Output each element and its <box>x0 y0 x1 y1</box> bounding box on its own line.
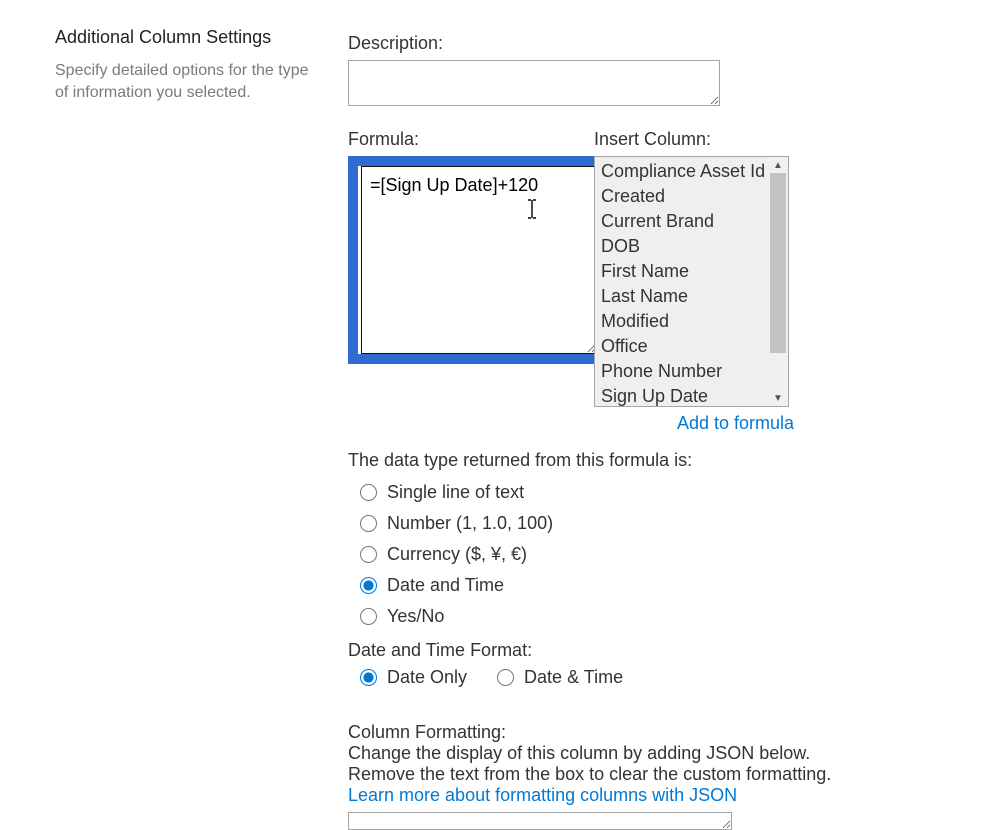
dtformat-radio-dateonly[interactable] <box>360 669 377 686</box>
insert-column-item[interactable]: Created <box>595 184 768 209</box>
formula-highlight-frame <box>348 156 610 364</box>
section-title: Additional Column Settings <box>55 27 320 48</box>
dtformat-radio-group: Date Only Date & Time <box>348 661 958 694</box>
dtformat-option-datetime-label: Date & Time <box>524 667 623 688</box>
section-help-text: Specify detailed options for the type of… <box>55 60 320 103</box>
column-formatting-heading: Column Formatting: <box>348 722 958 743</box>
formula-textarea[interactable] <box>361 166 597 354</box>
add-to-formula-link[interactable]: Add to formula <box>677 413 794 433</box>
description-label: Description: <box>348 33 958 54</box>
insert-column-item[interactable]: Current Brand <box>595 209 768 234</box>
datatype-radio-datetime[interactable] <box>360 577 377 594</box>
insert-column-item[interactable]: Sign Up Date <box>595 384 768 406</box>
datatype-radio-text[interactable] <box>360 484 377 501</box>
datatype-option-yesno[interactable]: Yes/No <box>348 601 958 632</box>
insert-column-item[interactable]: Office <box>595 334 768 359</box>
scroll-up-icon[interactable]: ▲ <box>768 157 788 173</box>
datatype-option-text[interactable]: Single line of text <box>348 477 958 508</box>
insert-column-item[interactable]: Modified <box>595 309 768 334</box>
json-formatting-textarea[interactable] <box>348 812 732 830</box>
scroll-down-icon[interactable]: ▼ <box>768 390 788 406</box>
insert-column-label: Insert Column: <box>594 129 794 150</box>
insert-column-item[interactable]: Compliance Asset Id <box>595 159 768 184</box>
dtformat-option-dateonly-label: Date Only <box>387 667 467 688</box>
insert-column-item[interactable]: DOB <box>595 234 768 259</box>
scroll-thumb[interactable] <box>770 173 786 353</box>
datatype-radio-group: Single line of text Number (1, 1.0, 100)… <box>348 477 958 632</box>
dtformat-option-dateonly[interactable]: Date Only <box>360 667 467 688</box>
datatype-option-text-label: Single line of text <box>387 482 524 503</box>
column-formatting-line1: Change the display of this column by add… <box>348 743 958 764</box>
insert-column-listbox[interactable]: Compliance Asset IdCreatedCurrent BrandD… <box>594 156 789 407</box>
datatype-option-currency-label: Currency ($, ¥, €) <box>387 544 527 565</box>
insert-column-item[interactable]: First Name <box>595 259 768 284</box>
datatype-option-yesno-label: Yes/No <box>387 606 444 627</box>
insert-column-item[interactable]: Last Name <box>595 284 768 309</box>
datatype-option-number-label: Number (1, 1.0, 100) <box>387 513 553 534</box>
dtformat-option-datetime[interactable]: Date & Time <box>497 667 623 688</box>
datatype-label: The data type returned from this formula… <box>348 450 958 471</box>
column-formatting-line2: Remove the text from the box to clear th… <box>348 764 958 785</box>
description-textarea[interactable] <box>348 60 720 106</box>
json-help-link[interactable]: Learn more about formatting columns with… <box>348 785 737 805</box>
dtformat-label: Date and Time Format: <box>348 640 958 661</box>
dtformat-radio-datetime[interactable] <box>497 669 514 686</box>
datatype-radio-yesno[interactable] <box>360 608 377 625</box>
datatype-radio-currency[interactable] <box>360 546 377 563</box>
listbox-scrollbar[interactable]: ▲ ▼ <box>768 157 788 406</box>
datatype-option-datetime-label: Date and Time <box>387 575 504 596</box>
insert-column-item[interactable]: Phone Number <box>595 359 768 384</box>
datatype-option-datetime[interactable]: Date and Time <box>348 570 958 601</box>
datatype-radio-number[interactable] <box>360 515 377 532</box>
formula-label: Formula: <box>348 129 600 150</box>
datatype-option-currency[interactable]: Currency ($, ¥, €) <box>348 539 958 570</box>
datatype-option-number[interactable]: Number (1, 1.0, 100) <box>348 508 958 539</box>
